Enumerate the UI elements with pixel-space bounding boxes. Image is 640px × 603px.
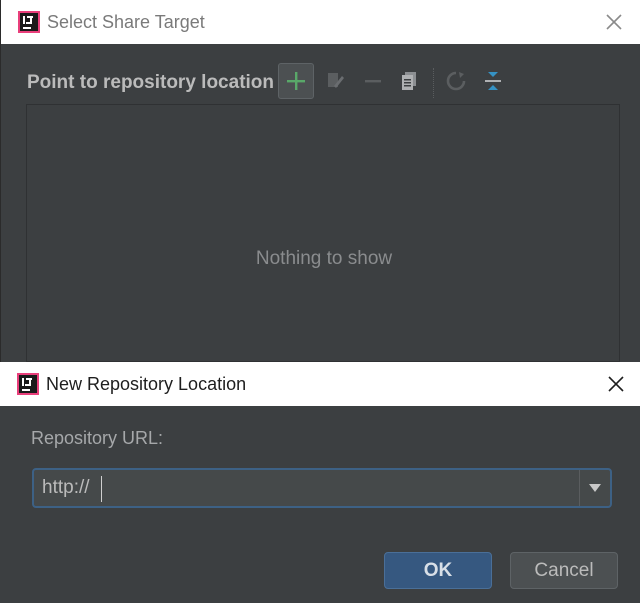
inner-title-bar: New Repository Location (0, 362, 640, 406)
edit-location-button[interactable] (317, 63, 353, 99)
edit-icon (328, 73, 344, 88)
intellij-logo-icon (18, 11, 40, 33)
close-icon[interactable] (605, 373, 627, 395)
toolbar-label: Point to repository location (27, 72, 275, 93)
repository-url-combobox[interactable] (32, 468, 612, 508)
repository-toolbar: Point to repository location (1, 62, 640, 102)
text-cursor (101, 476, 102, 502)
remove-icon (365, 80, 381, 83)
collapse-icon (485, 72, 501, 90)
repository-url-input[interactable] (42, 476, 572, 500)
refresh-icon (446, 71, 466, 91)
outer-dialog-title: Select Share Target (47, 11, 205, 32)
copy-location-button[interactable] (391, 63, 427, 99)
remove-location-button[interactable] (355, 63, 391, 99)
chevron-down-icon[interactable] (586, 480, 604, 496)
combo-divider (579, 470, 580, 506)
toolbar-separator (433, 68, 435, 98)
collapse-all-button[interactable] (475, 63, 511, 99)
new-repository-location-dialog: New Repository Location Repository URL: … (0, 362, 640, 603)
outer-title-bar: Select Share Target (1, 0, 640, 44)
add-icon (287, 72, 305, 90)
inner-dialog-title: New Repository Location (46, 373, 247, 394)
cancel-button[interactable]: Cancel (510, 552, 618, 589)
add-location-button[interactable] (278, 63, 314, 99)
empty-state-text: Nothing to show (255, 248, 393, 269)
repository-url-label: Repository URL: (31, 428, 164, 448)
close-icon[interactable] (603, 11, 625, 33)
repository-list-panel[interactable]: Nothing to show (26, 104, 620, 362)
refresh-button[interactable] (438, 63, 474, 99)
copy-icon (402, 72, 416, 90)
intellij-logo-icon (17, 373, 39, 395)
ok-button[interactable]: OK (384, 552, 492, 589)
